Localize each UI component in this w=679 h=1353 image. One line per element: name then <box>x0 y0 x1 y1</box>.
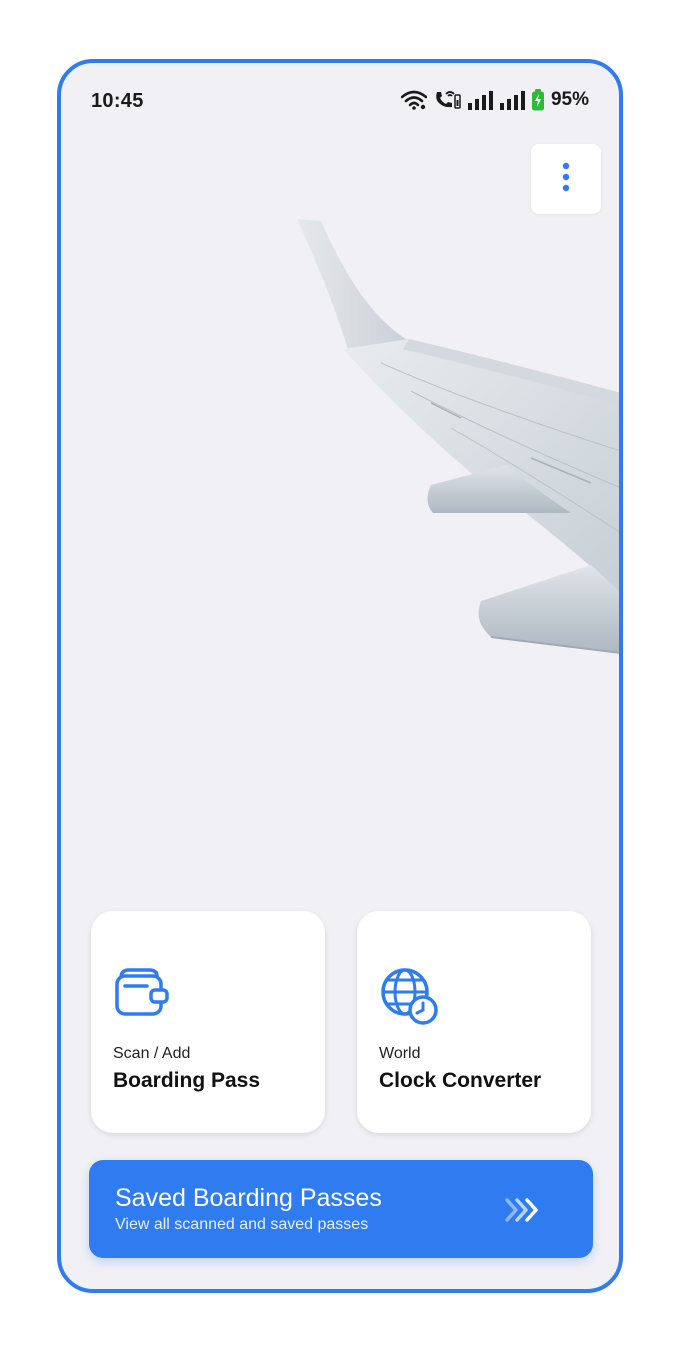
wallet-icon <box>113 966 169 1022</box>
signal-icon <box>467 90 493 110</box>
status-icons: 95% <box>400 88 589 112</box>
globe-clock-icon <box>379 966 438 1025</box>
saved-subtitle: View all scanned and saved passes <box>115 1216 369 1233</box>
status-bar: 10:45 95% <box>61 63 619 133</box>
battery-percent: 95% <box>550 89 589 110</box>
card-title: Clock Converter <box>379 1069 542 1092</box>
world-clock-converter-card[interactable]: World Clock Converter <box>357 911 591 1133</box>
card-subtitle: World <box>379 1045 421 1062</box>
more-options-button[interactable] <box>531 144 601 214</box>
battery-charging-icon <box>531 89 545 111</box>
card-subtitle: Scan / Add <box>113 1045 191 1062</box>
more-vertical-icon <box>561 161 571 198</box>
wifi-icon <box>400 90 427 110</box>
signal-icon <box>499 90 525 110</box>
status-time: 10:45 <box>91 90 144 112</box>
phone-screen: 10:45 95% Scan / Add Boarding Pass World… <box>57 59 623 1293</box>
scan-boarding-pass-card[interactable]: Scan / Add Boarding Pass <box>91 911 325 1133</box>
triple-chevron-right-icon <box>503 1196 543 1224</box>
wifi-calling-icon <box>433 89 461 111</box>
card-title: Boarding Pass <box>113 1069 261 1092</box>
saved-boarding-passes-button[interactable]: Saved Boarding Passes View all scanned a… <box>89 1160 593 1258</box>
airplane-wing-image <box>297 219 619 654</box>
saved-title: Saved Boarding Passes <box>115 1184 382 1212</box>
